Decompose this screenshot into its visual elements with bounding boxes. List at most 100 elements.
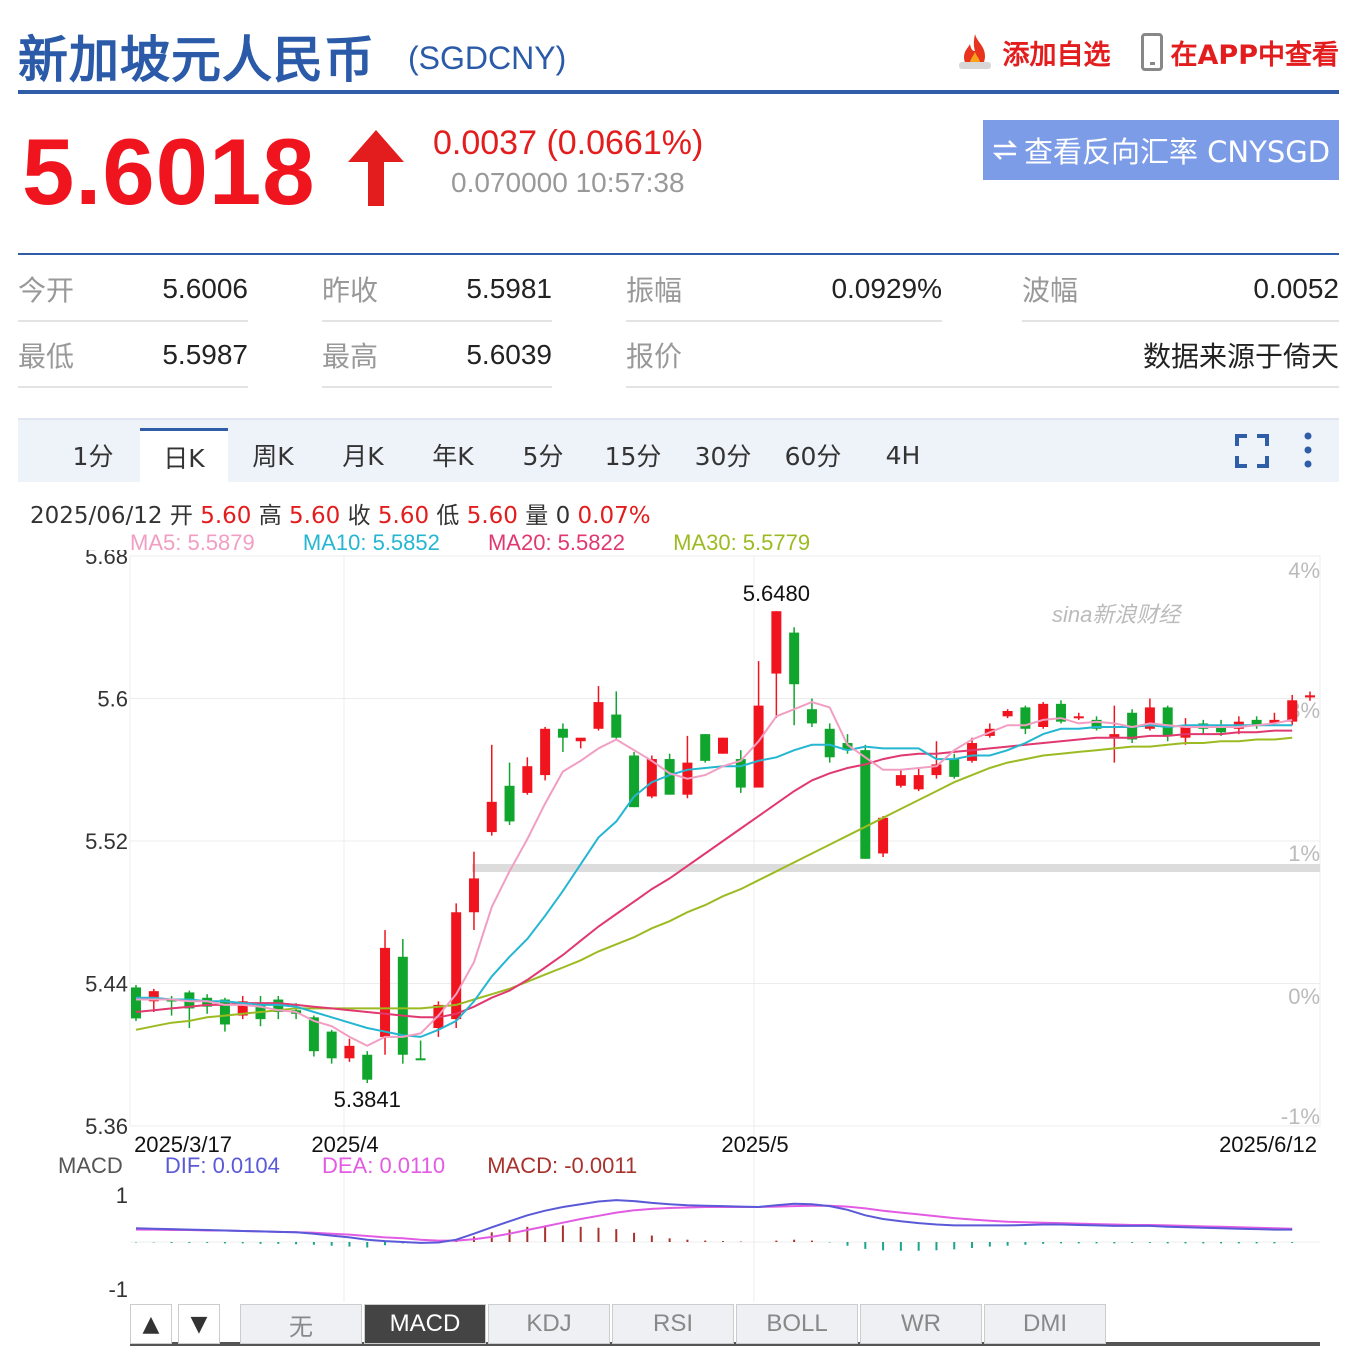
candle-body xyxy=(326,1031,337,1059)
ma30-line xyxy=(135,736,1293,1031)
stats-grid: 今开 5.6006 昨收 5.5981 振幅 0.0929% 波幅 0.0052… xyxy=(18,258,1339,393)
tab-15min[interactable]: 15分 xyxy=(598,428,668,482)
candle-body xyxy=(700,734,711,761)
candle-body xyxy=(415,1058,426,1061)
info-low-label: 低 xyxy=(436,503,460,529)
tab-monthly[interactable]: 月K xyxy=(328,428,398,482)
info-high-label: 高 xyxy=(258,503,282,529)
stat-value: 0.0052 xyxy=(1253,273,1339,304)
stat-quote-source: 报价 数据来源于倚天 xyxy=(626,324,1339,388)
stat-value: 5.5987 xyxy=(162,339,248,370)
header-actions: 添加自选 在APP中查看 xyxy=(955,32,1339,72)
info-open-label: 开 xyxy=(169,503,193,529)
candle-body xyxy=(949,759,960,777)
page-title: 新加坡元人民币 xyxy=(18,31,375,89)
stat-label: 最低 xyxy=(18,340,75,373)
y-tick-label: 5.44 xyxy=(85,972,128,997)
fire-icon xyxy=(958,34,991,69)
candle-body xyxy=(362,1054,373,1080)
info-high: 5.60 xyxy=(289,503,341,529)
stat-low: 最低 5.5987 xyxy=(18,324,248,388)
dif-line xyxy=(135,1199,1293,1244)
stat-amplitude: 振幅 0.0929% xyxy=(626,258,942,322)
dif-label: DIF: 0.0104 xyxy=(164,1153,280,1178)
indicator-none[interactable]: 无 xyxy=(240,1304,362,1344)
reverse-rate-label: 查看反向汇率 CNYSGD xyxy=(1023,135,1331,169)
stat-value: 5.6006 xyxy=(162,273,248,304)
pct-tick-label: 1% xyxy=(1288,841,1320,866)
macd-y-tick: 1 xyxy=(116,1183,128,1208)
candle-body xyxy=(344,1045,355,1059)
candle-body xyxy=(1073,716,1084,719)
stat-label: 波幅 xyxy=(1022,274,1079,307)
tab-60min[interactable]: 60分 xyxy=(778,428,848,482)
candle-body xyxy=(1287,700,1298,722)
candle-body xyxy=(1002,710,1013,717)
view-in-app-label: 在APP中查看 xyxy=(1170,39,1339,71)
stat-label: 振幅 xyxy=(626,274,683,307)
stat-value: 5.5981 xyxy=(466,273,552,304)
candle-body xyxy=(789,632,800,685)
pct-tick-label: -1% xyxy=(1281,1104,1320,1129)
tab-1min[interactable]: 1分 xyxy=(58,428,128,482)
candle-body xyxy=(913,775,924,790)
candle-body xyxy=(771,611,782,674)
x-tick-label: 2025/5 xyxy=(721,1132,788,1157)
tab-daily[interactable]: 日K xyxy=(140,428,228,482)
indicator-dmi[interactable]: DMI xyxy=(984,1304,1106,1344)
dea-label: DEA: 0.0110 xyxy=(321,1153,446,1178)
candle-body xyxy=(824,728,835,758)
symbol-code: (SGDCNY) xyxy=(408,40,567,76)
view-in-app-button[interactable]: 在APP中查看 xyxy=(1140,33,1339,72)
indicator-kdj[interactable]: KDJ xyxy=(488,1304,610,1344)
kline-chart[interactable]: 5.685.65.525.445.364%3%1%0%-1%sina新浪财经5.… xyxy=(0,550,1355,1302)
macd-value-label: MACD: -0.0011 xyxy=(487,1153,638,1178)
add-watchlist-button[interactable]: 添加自选 xyxy=(955,32,1111,72)
candle-body xyxy=(468,878,479,913)
indicator-bar: ▲ ▼ 无 MACD KDJ RSI BOLL WR DMI xyxy=(130,1302,1320,1346)
candle-body xyxy=(540,728,551,776)
candle-body xyxy=(1162,707,1173,736)
indicator-boll[interactable]: BOLL xyxy=(736,1304,858,1344)
macd-title: MACD xyxy=(58,1153,123,1178)
y-tick-label: 5.36 xyxy=(85,1114,128,1139)
reverse-rate-button[interactable]: 查看反向汇率 CNYSGD xyxy=(983,120,1339,180)
candle-body xyxy=(735,759,746,788)
indicator-macd[interactable]: MACD xyxy=(364,1304,486,1344)
more-options-icon[interactable] xyxy=(1303,432,1313,468)
info-vol: 0 xyxy=(555,503,571,529)
price-change: 0.0037 (0.0661%) xyxy=(433,124,704,162)
stat-label: 昨收 xyxy=(322,274,379,307)
scroll-down-button[interactable]: ▼ xyxy=(178,1304,220,1344)
info-low: 5.60 xyxy=(466,503,518,529)
candle-body xyxy=(967,743,978,761)
candle-body xyxy=(504,785,515,822)
tab-4h[interactable]: 4H xyxy=(868,428,938,482)
candle-info-line: 2025/06/12 开 5.60 高 5.60 收 5.60 低 5.60 量… xyxy=(30,496,651,530)
candle-body xyxy=(718,737,728,754)
phone-icon xyxy=(1140,33,1163,71)
stat-value: 0.0929% xyxy=(831,273,942,304)
indicator-wr[interactable]: WR xyxy=(860,1304,982,1344)
candle-body xyxy=(380,947,391,1037)
candle-body xyxy=(593,702,604,729)
info-close-label: 收 xyxy=(347,503,371,529)
candle-body xyxy=(397,956,408,1055)
tab-30min[interactable]: 30分 xyxy=(688,428,758,482)
add-watchlist-label: 添加自选 xyxy=(1002,39,1111,71)
y-tick-label: 5.68 xyxy=(85,550,128,569)
tab-yearly[interactable]: 年K xyxy=(418,428,488,482)
candle-body xyxy=(895,775,906,786)
tab-weekly[interactable]: 周K xyxy=(238,428,308,482)
price-timestamp: 0.070000 10:57:38 xyxy=(451,167,685,198)
info-vol-label: 量 xyxy=(525,503,549,529)
indicator-rsi[interactable]: RSI xyxy=(612,1304,734,1344)
dea-line xyxy=(136,1204,1293,1242)
stat-value: 数据来源于倚天 xyxy=(1142,340,1339,373)
tab-5min[interactable]: 5分 xyxy=(508,428,578,482)
scroll-up-button[interactable]: ▲ xyxy=(130,1304,172,1344)
up-arrow-icon xyxy=(348,130,404,206)
candle-body xyxy=(486,801,497,833)
fullscreen-icon[interactable] xyxy=(1235,434,1269,468)
macd-y-tick: -1 xyxy=(108,1277,128,1302)
